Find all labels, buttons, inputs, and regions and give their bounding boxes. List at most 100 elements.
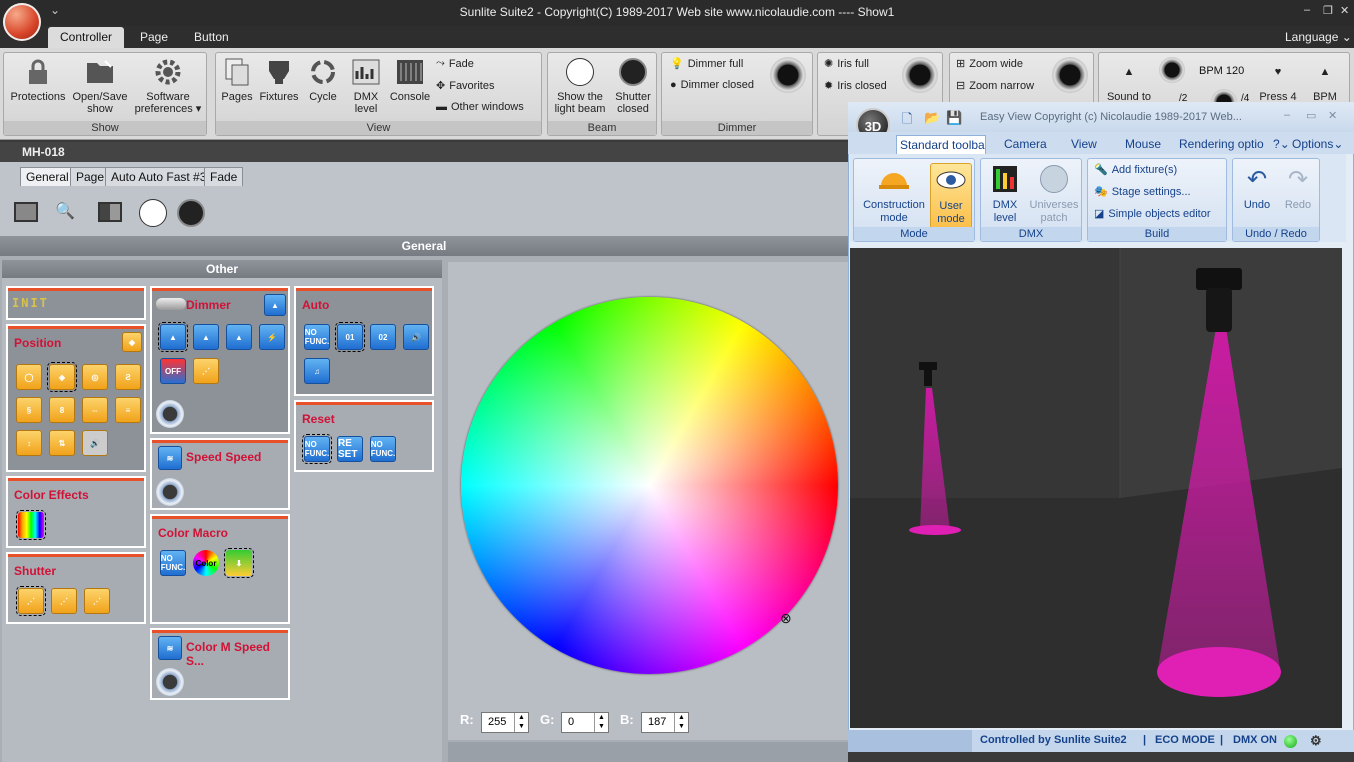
- quick-open-icon[interactable]: 📂: [924, 110, 940, 126]
- eight-pattern-icon[interactable]: 8: [49, 397, 75, 423]
- dimmer-2-icon[interactable]: ▲: [226, 324, 252, 350]
- fade-button[interactable]: ⤳ Fade: [436, 57, 474, 70]
- iris-closed-button[interactable]: ✹ Iris closed: [824, 79, 887, 93]
- quick-access-arrow-icon[interactable]: ⌄: [50, 3, 60, 17]
- add-fixture-button[interactable]: 🔦 Add fixture(s): [1094, 163, 1177, 177]
- dimmer-expand-icon[interactable]: ▲: [264, 294, 286, 316]
- user-mode-button[interactable]: User mode: [930, 163, 972, 229]
- sound-to-button[interactable]: ▲ Sound to: [1101, 57, 1157, 103]
- dimmer-fader-icon[interactable]: [156, 298, 186, 310]
- strobe-2-icon[interactable]: ⋰: [51, 588, 77, 614]
- speed-icon[interactable]: ≋: [158, 446, 182, 470]
- dimmer-knob[interactable]: [770, 57, 806, 93]
- bpm-button[interactable]: ▲ BPM: [1303, 57, 1347, 103]
- iris-full-button[interactable]: ✺ Iris full: [824, 57, 869, 71]
- auto-01-icon[interactable]: 01: [335, 322, 365, 352]
- quick-save-icon[interactable]: 💾: [946, 110, 962, 126]
- auto-music-icon[interactable]: ♫: [304, 358, 330, 384]
- dimmer-full-button[interactable]: 💡 Dimmer full: [670, 57, 743, 71]
- dmx-level-ev-button[interactable]: DMX level: [983, 163, 1027, 225]
- dimmer-1-icon[interactable]: ▲: [193, 324, 219, 350]
- stage-settings-button[interactable]: 🎭 Stage settings...: [1094, 185, 1191, 199]
- auto-02-icon[interactable]: 02: [370, 324, 396, 350]
- dimmer-strobe-icon[interactable]: ⚡: [259, 324, 285, 350]
- universes-patch-button[interactable]: Universes patch: [1027, 163, 1081, 225]
- reset-icon[interactable]: RE SET: [337, 436, 363, 462]
- g-input[interactable]: 0 ▲ ▼: [561, 712, 609, 733]
- open-beam-icon[interactable]: [139, 199, 167, 227]
- tab-auto[interactable]: Auto Auto Fast #3: [105, 167, 213, 186]
- r-input[interactable]: 255 ▲ ▼: [481, 712, 529, 733]
- zoom-narrow-button[interactable]: ⊟ Zoom narrow: [956, 79, 1034, 93]
- undo-button[interactable]: ↶ Undo: [1237, 163, 1277, 212]
- help-menu[interactable]: ?⌄: [1273, 135, 1290, 154]
- search-icon[interactable]: 🔍: [55, 201, 75, 221]
- dimmer-off-icon[interactable]: OFF: [160, 358, 186, 384]
- color-macro-nofunc-icon[interactable]: NO FUNC.: [160, 550, 186, 576]
- tab-mouse[interactable]: Mouse: [1125, 135, 1161, 154]
- ev-close-icon[interactable]: ✕: [1328, 109, 1337, 122]
- dimmer-closed-button[interactable]: ● Dimmer closed: [670, 79, 754, 91]
- color-fade-icon[interactable]: ⬇: [224, 548, 254, 578]
- vertical-lines-icon[interactable]: ⇅: [49, 430, 75, 456]
- 3d-viewport[interactable]: [850, 248, 1342, 728]
- app-logo[interactable]: [3, 3, 41, 41]
- dimmer-ramp-icon[interactable]: ⋰: [193, 358, 219, 384]
- simple-objects-editor-button[interactable]: ◪ Simple objects editor: [1094, 207, 1211, 221]
- restore-icon[interactable]: ❐: [1323, 4, 1333, 17]
- close-icon[interactable]: ✕: [1340, 4, 1349, 17]
- ev-maximize-icon[interactable]: ▭: [1306, 109, 1316, 122]
- tab-camera[interactable]: Camera: [1004, 135, 1047, 154]
- tab-fade[interactable]: Fade: [204, 167, 244, 186]
- open-save-button[interactable]: Open/Save show: [70, 57, 130, 115]
- color-speed-icon[interactable]: ≋: [158, 636, 182, 660]
- software-preferences-button[interactable]: Software preferences ▾: [132, 57, 204, 115]
- close-beam-icon[interactable]: [177, 199, 205, 227]
- dmx-level-button[interactable]: DMX level: [346, 57, 386, 115]
- layout-icon[interactable]: [98, 202, 122, 222]
- usb-interface-icon[interactable]: ⚙: [1310, 733, 1322, 749]
- speed-knob[interactable]: [156, 478, 184, 506]
- r-spinner[interactable]: ▲ ▼: [514, 713, 528, 732]
- color-speed-knob[interactable]: [156, 668, 184, 696]
- protections-button[interactable]: Protections: [6, 57, 70, 103]
- quick-new-icon[interactable]: 🗋: [902, 110, 912, 132]
- position-expand-icon[interactable]: ◆: [122, 332, 142, 352]
- options-menu[interactable]: Options⌄: [1292, 135, 1343, 154]
- zoom-wide-button[interactable]: ⊞ Zoom wide: [956, 57, 1023, 71]
- fixtures-button[interactable]: Fixtures: [256, 57, 302, 103]
- reset-nofunc-icon[interactable]: NO FUNC.: [302, 434, 332, 464]
- tab-button[interactable]: Button: [182, 27, 241, 48]
- minimize-icon[interactable]: –: [1304, 4, 1310, 16]
- spiral-pattern-icon[interactable]: ◎: [82, 364, 108, 390]
- shutter-closed-button[interactable]: Shutter closed: [610, 57, 656, 115]
- tab-page[interactable]: Page: [128, 27, 180, 48]
- tab-rendering-options[interactable]: Rendering optio: [1179, 135, 1265, 154]
- ev-minimize-icon[interactable]: –: [1284, 109, 1290, 121]
- tab-view[interactable]: View: [1071, 135, 1097, 154]
- horizontal-pattern-icon[interactable]: ⇔: [82, 397, 108, 423]
- dimmer-full-icon[interactable]: ▲: [158, 322, 188, 352]
- bpm-knob-1[interactable]: [1159, 57, 1185, 83]
- strobe-3-icon[interactable]: ⋰: [84, 588, 110, 614]
- favorites-button[interactable]: ✥ Favorites: [436, 79, 494, 93]
- b-input[interactable]: 187 ▲ ▼: [641, 712, 689, 733]
- tab-standard-toolbar[interactable]: Standard toolbar: [896, 135, 986, 154]
- reset-nofunc-2-icon[interactable]: NO FUNC.: [370, 436, 396, 462]
- init-box[interactable]: INIT: [6, 286, 146, 320]
- press-4-button[interactable]: ♥ Press 4: [1255, 57, 1301, 103]
- construction-mode-button[interactable]: Construction mode: [858, 163, 930, 225]
- console-button[interactable]: Console: [388, 57, 432, 103]
- color-picker-marker-icon[interactable]: ⊗: [780, 610, 792, 627]
- other-windows-button[interactable]: ▬ Other windows: [436, 101, 524, 113]
- g-spinner[interactable]: ▲ ▼: [594, 713, 608, 732]
- tab-controller[interactable]: Controller: [48, 27, 125, 48]
- zigzag-pattern-icon[interactable]: Ƨ: [115, 364, 141, 390]
- circle-pattern-icon[interactable]: ◯: [16, 364, 42, 390]
- window-toggle-icon[interactable]: [14, 202, 38, 222]
- iris-knob[interactable]: [902, 57, 938, 93]
- auto-sound-icon[interactable]: 🔊: [403, 324, 429, 350]
- bottom-scroll-area[interactable]: [448, 742, 848, 762]
- auto-nofunc-icon[interactable]: NO FUNC.: [304, 324, 330, 350]
- tab-general[interactable]: General: [20, 167, 75, 186]
